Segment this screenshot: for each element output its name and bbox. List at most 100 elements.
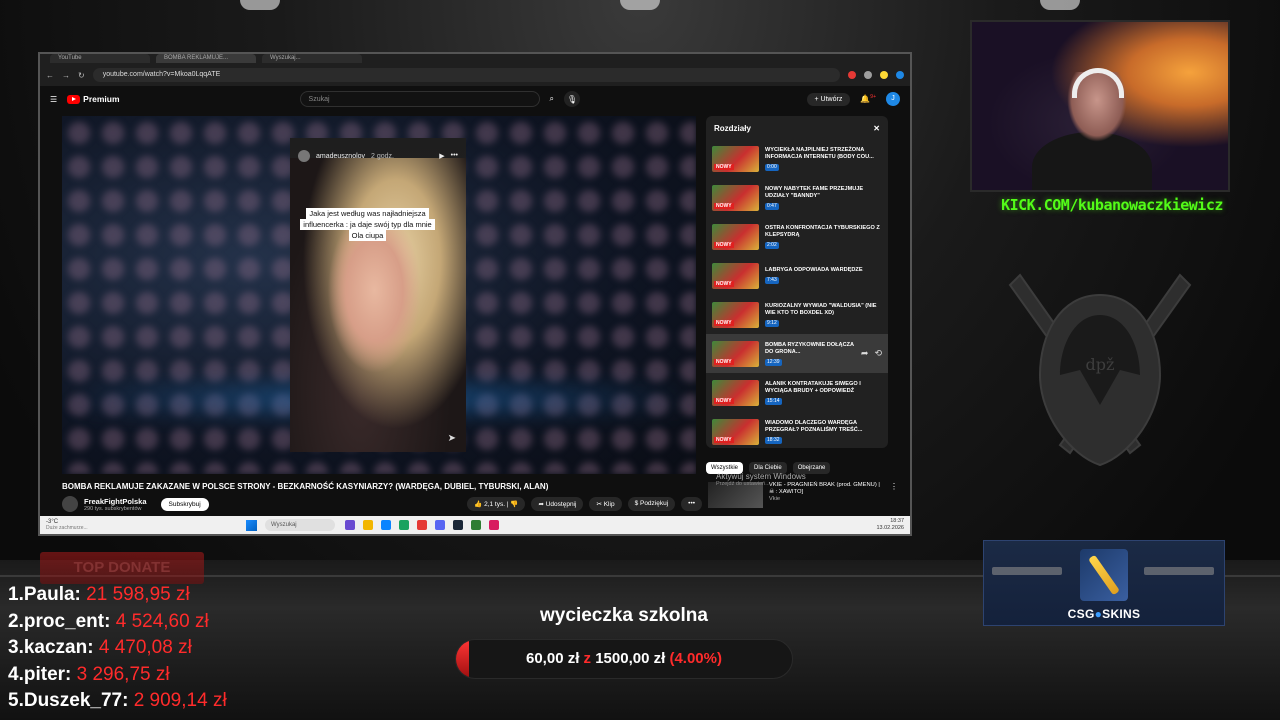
taskbar-search-input[interactable]: Wyszukaj xyxy=(265,519,335,531)
browser-tab[interactable]: Wyszukaj... xyxy=(262,54,362,63)
more-icon[interactable]: ••• xyxy=(681,497,702,511)
chapter-item[interactable]: NOWY ALANIK KONTRATAKUJE SIWEGO I WYCIĄG… xyxy=(706,373,888,412)
donor-row: 1.Paula: 21 598,95 zł xyxy=(8,582,227,609)
chapter-timestamp: 0:47 xyxy=(765,202,779,210)
chapter-timestamp: 9:12 xyxy=(765,319,779,327)
app-icon[interactable] xyxy=(345,520,355,530)
create-label: Utwórz xyxy=(820,95,843,103)
extension-icon[interactable] xyxy=(864,71,872,79)
extension-icon[interactable] xyxy=(848,71,856,79)
chapter-thumbnail: NOWY xyxy=(712,145,759,172)
chapter-item[interactable]: NOWY WYCIEKŁA NAJPILNIEJ STRZEŻONA INFOR… xyxy=(706,139,888,178)
story-photo xyxy=(290,158,466,452)
video-title: BOMBA REKLAMUJE ZAKAZANE W POLSCE STRONY… xyxy=(62,482,549,491)
chapter-thumbnail: NOWY xyxy=(712,418,759,445)
folder-icon[interactable] xyxy=(363,520,373,530)
share-icon[interactable]: ➦ xyxy=(861,348,869,359)
search-input[interactable]: Szukaj xyxy=(299,91,540,107)
streamer-logo: dpž xyxy=(1008,273,1192,467)
more-vertical-icon[interactable]: ⋮ xyxy=(890,482,898,512)
url-input[interactable]: youtube.com/watch?v=Mkoa0LqqATE xyxy=(92,68,840,82)
chapter-title: LABRYGA ODPOWIADA WARDĘDZE xyxy=(765,267,863,273)
browser-tab[interactable]: BOMBA REKLAMUJE... xyxy=(156,54,256,63)
notifications-icon[interactable]: 🔔9+ xyxy=(860,94,876,104)
subscribe-button[interactable]: Subskrybuj xyxy=(160,497,209,511)
clock-date: 13.02.2026 xyxy=(876,525,904,531)
browser-tabbar: YouTube BOMBA REKLAMUJE... Wyszukaj... xyxy=(40,54,910,64)
chrome-icon[interactable] xyxy=(417,520,427,530)
chapter-thumbnail: NOWY xyxy=(712,340,759,367)
clip-button[interactable]: ✂ Klip xyxy=(589,497,622,511)
app-icon[interactable] xyxy=(381,520,391,530)
new-badge: NOWY xyxy=(714,436,734,443)
repeat-icon[interactable]: ⟲ xyxy=(874,348,882,359)
chapter-item[interactable]: NOWY NOWY NABYTEK FAME PRZEJMUJE UDZIAŁY… xyxy=(706,178,888,217)
forward-icon[interactable]: → xyxy=(62,71,70,80)
sponsor-banner[interactable]: CSG●SKINS xyxy=(983,540,1225,626)
donor-row: 2.proc_ent: 4 524,60 zł xyxy=(8,609,227,636)
channel-name[interactable]: FreakFightPolska xyxy=(84,497,147,506)
goal-current: 60,00 zł xyxy=(526,650,580,667)
avatar[interactable]: J xyxy=(886,92,900,106)
sponsor-name-part: SKINS xyxy=(1102,607,1141,621)
donor-rank: 3. xyxy=(8,637,24,658)
donor-rank: 1. xyxy=(8,584,24,605)
play-icon[interactable]: ▶ xyxy=(439,152,444,160)
chapter-title: NOWY NABYTEK FAME PRZEJMUJE UDZIAŁY "BAN… xyxy=(765,185,864,199)
create-button[interactable]: + Utwórz xyxy=(806,92,851,106)
taskbar-clock[interactable]: 18:37 13.02.2026 xyxy=(876,518,904,532)
like-count: 2,1 tys. xyxy=(484,501,506,508)
chapter-item-active[interactable]: NOWY BOMBA RYZYKOWNIE DOŁĄCZA DO GRONA..… xyxy=(706,334,888,373)
video-actions: 👍 2,1 tys. | 👎 ➦ Udostępnij ✂ Klip $ Pod… xyxy=(467,497,702,511)
chapter-item[interactable]: NOWY WIADOMO DLACZEGO WARDĘGA PRZEGRAŁ? … xyxy=(706,412,888,451)
extension-icon[interactable] xyxy=(880,71,888,79)
chapter-item[interactable]: NOWY OSTRA KONFRONTACJA TYBURSKIEGO Z KL… xyxy=(706,217,888,256)
like-button[interactable]: 👍 2,1 tys. | 👎 xyxy=(467,497,526,511)
microphone-icon[interactable]: 🎙 xyxy=(564,91,581,107)
windows-start-icon[interactable] xyxy=(246,519,257,531)
story-caption: Jaka jest według was najładniejsza influ… xyxy=(300,208,435,241)
browser-tab[interactable]: YouTube xyxy=(50,54,150,63)
chapter-title: BOMBA RYZYKOWNIE DOŁĄCZA DO GRONA... xyxy=(765,341,854,355)
thanks-label: Podziękuj xyxy=(639,500,669,507)
story-header: amadeusznolov 2 godz. ▶ ••• xyxy=(298,150,458,162)
youtube-logo[interactable]: Premium xyxy=(67,94,120,104)
youtube-play-icon xyxy=(67,94,81,104)
more-icon[interactable]: ••• xyxy=(451,152,458,160)
app-icon[interactable] xyxy=(471,520,481,530)
weather-widget[interactable]: -3°C Duże zachmurze... xyxy=(46,519,246,531)
chapter-thumbnail: NOWY xyxy=(712,301,759,328)
profile-icon[interactable] xyxy=(896,71,904,79)
chapter-thumbnail: NOWY xyxy=(712,379,759,406)
chapter-item[interactable]: NOWY KURIOZALNY WYWIAD "WALDUSIA" (NIE W… xyxy=(706,295,888,334)
donor-amount: 21 598,95 zł xyxy=(86,584,190,605)
close-icon[interactable]: ✕ xyxy=(873,124,880,133)
story-caption-text: Jaka jest według was najładniejsza influ… xyxy=(300,208,435,241)
donor-amount: 2 909,14 zł xyxy=(133,690,227,711)
new-badge: NOWY xyxy=(714,241,734,248)
send-icon[interactable]: ➤ xyxy=(448,433,456,444)
story-avatar xyxy=(298,150,310,162)
clip-label: Klip xyxy=(603,501,615,508)
reload-icon[interactable]: ↻ xyxy=(78,71,85,80)
back-icon[interactable]: ← xyxy=(46,71,54,80)
donation-goal-bar: 60,00 zł z 1500,00 zł (4.00%) xyxy=(455,639,793,679)
video-player[interactable]: amadeusznolov 2 godz. ▶ ••• Jaka jest we… xyxy=(62,116,696,474)
clock-time: 18:37 xyxy=(890,518,904,524)
chapter-timestamp: 0:00 xyxy=(765,163,779,171)
chapter-thumbnail: NOWY xyxy=(712,262,759,289)
thanks-button[interactable]: $ Podziękuj xyxy=(627,497,676,511)
search-icon[interactable]: ⌕ xyxy=(550,94,554,104)
channel-avatar[interactable] xyxy=(62,496,78,512)
story-time: 2 godz. xyxy=(371,152,394,160)
chapter-title: WIADOMO DLACZEGO WARDĘGA PRZEGRAŁ? POZNA… xyxy=(765,419,863,433)
menu-icon[interactable]: ☰ xyxy=(50,95,57,104)
app-icon[interactable] xyxy=(489,520,499,530)
share-button[interactable]: ➦ Udostępnij xyxy=(531,497,584,511)
steam-icon[interactable] xyxy=(453,520,463,530)
discord-icon[interactable] xyxy=(435,520,445,530)
chapter-item[interactable]: NOWY LABRYGA ODPOWIADA WARDĘDZE 7:43 xyxy=(706,256,888,295)
goal-target: 1500,00 zł xyxy=(595,650,666,667)
new-badge: NOWY xyxy=(714,319,734,326)
app-icon[interactable] xyxy=(399,520,409,530)
